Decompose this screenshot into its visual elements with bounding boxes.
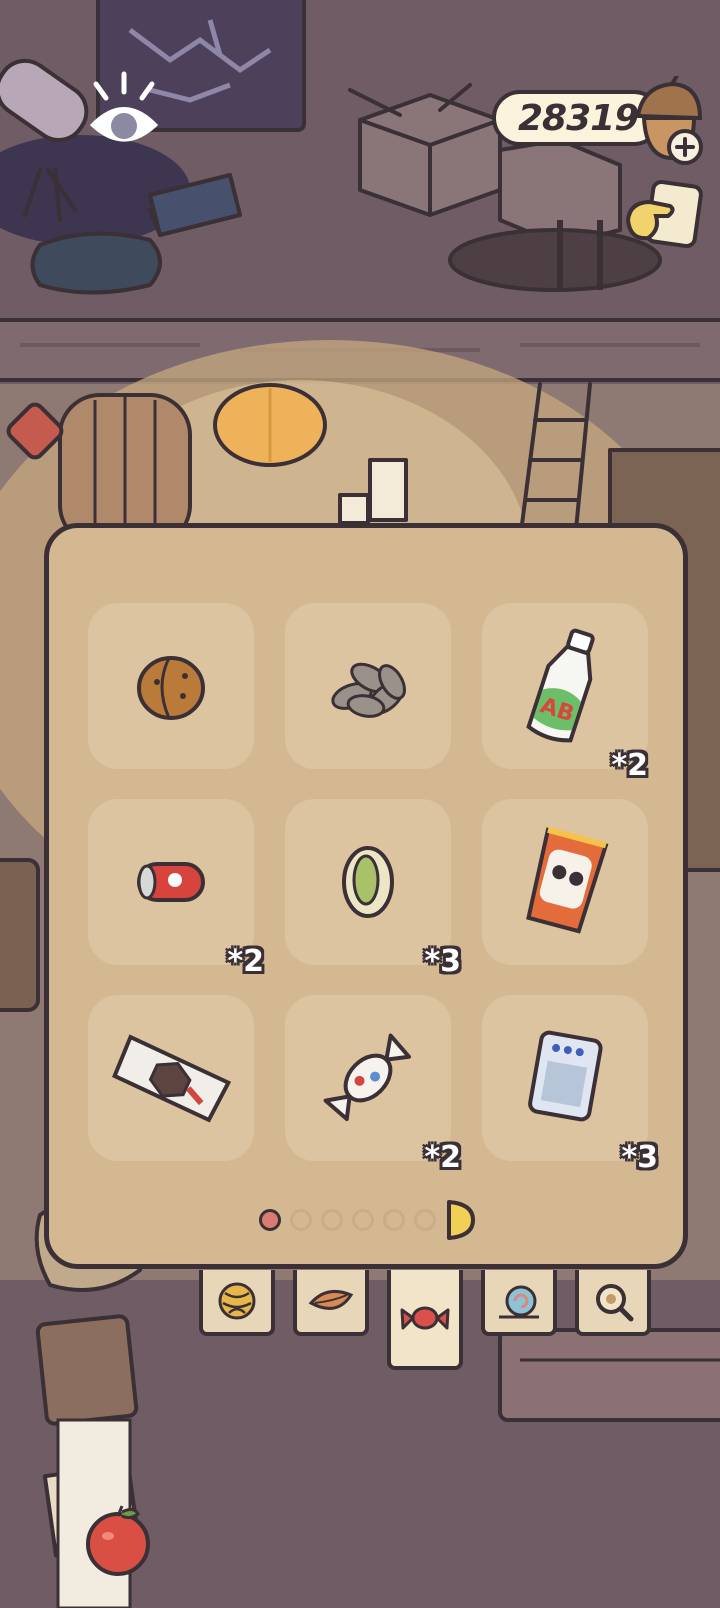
page-dot[interactable]: [321, 1209, 343, 1231]
seeds-icon: [331, 662, 406, 718]
candy-tab-icon: [400, 1306, 450, 1330]
snail-icon: [499, 1285, 539, 1319]
leaf-icon: [308, 1289, 354, 1310]
tab-snail[interactable]: [481, 1270, 557, 1336]
tab-yarn[interactable]: [199, 1270, 275, 1336]
item-slot-soda-can[interactable]: *2: [88, 799, 264, 979]
item-quantity: *2: [227, 944, 264, 979]
juice-pack-icon: [528, 1030, 603, 1122]
inventory-panel: AB *2 *2 *3 *2 *3: [44, 523, 688, 1269]
next-page-arrow-icon[interactable]: [445, 1198, 475, 1242]
item-quantity: *2: [424, 1140, 461, 1175]
snack-bag-icon: [526, 826, 609, 934]
item-slot-juice-pack[interactable]: *3: [482, 995, 658, 1175]
page-dot[interactable]: [352, 1209, 374, 1231]
candy-icon: [323, 1033, 412, 1122]
item-slot-pistachio[interactable]: *3: [285, 799, 461, 979]
can-icon: [137, 862, 205, 902]
currency-value: 28319: [518, 97, 639, 139]
game-scene: 28319 AB *2 *2 *3 *2 *3: [0, 0, 720, 1608]
item-slot-snack-bag[interactable]: [482, 799, 648, 965]
yarn-icon: [218, 1282, 256, 1320]
walnut-icon: [137, 656, 205, 720]
page-dot-active[interactable]: [259, 1209, 281, 1231]
item-slot-candy[interactable]: *2: [285, 995, 461, 1175]
chocolate-icon: [112, 1034, 231, 1123]
pointing-hand-icon[interactable]: [620, 180, 704, 250]
page-indicator: [259, 1200, 475, 1240]
item-quantity: *2: [611, 748, 648, 783]
item-slot-milk-bottle[interactable]: AB *2: [482, 603, 648, 783]
page-dot[interactable]: [383, 1209, 405, 1231]
item-slot-sunflower-seeds[interactable]: [285, 603, 451, 769]
plus-icon[interactable]: [666, 128, 704, 166]
page-dot[interactable]: [414, 1209, 436, 1231]
item-quantity: *3: [424, 944, 461, 979]
tab-leaf[interactable]: [293, 1270, 369, 1336]
pistachio-icon: [342, 846, 394, 918]
tab-candy[interactable]: [387, 1270, 463, 1370]
item-slot-walnut[interactable]: [88, 603, 254, 769]
item-quantity: *3: [621, 1140, 658, 1175]
eye-icon[interactable]: [82, 70, 166, 154]
item-slot-chocolate-bar[interactable]: [88, 995, 254, 1161]
apple-icon[interactable]: [78, 1500, 158, 1580]
magnifier-icon: [596, 1284, 634, 1322]
milk-bottle-icon: AB: [526, 628, 595, 743]
tab-search[interactable]: [575, 1270, 651, 1336]
page-dot[interactable]: [290, 1209, 312, 1231]
